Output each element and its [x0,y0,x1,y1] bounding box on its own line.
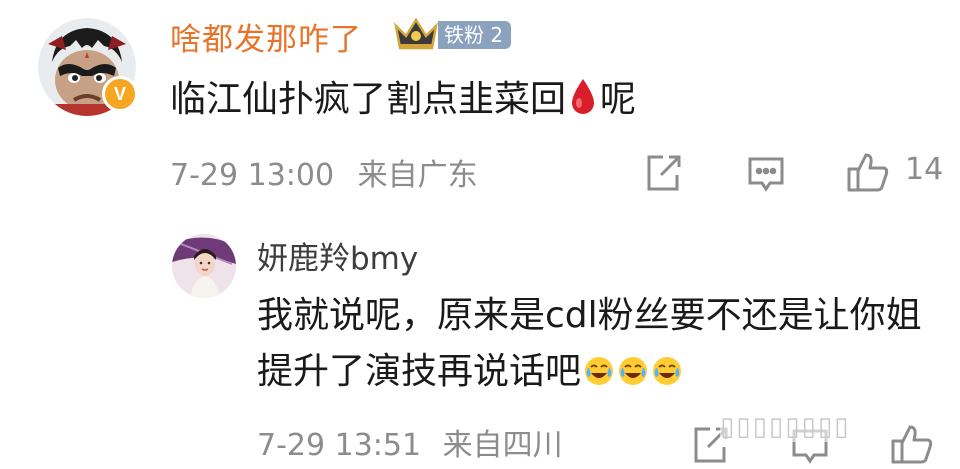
crown-icon [392,16,440,52]
avatar-main[interactable]: V [38,18,138,116]
timestamp: 7-29 13:00 [170,158,335,193]
blood-drop-icon [570,77,596,115]
verified-badge: V [102,76,138,112]
laugh-cry-icon [617,348,649,385]
reply-text: 我就说呢，原来是cdl粉丝要不还是让你姐提升了演技再说话吧 [257,288,947,400]
repost-icon[interactable] [643,153,683,193]
laugh-cry-icon [583,348,615,385]
fan-level-badge: 铁粉 2 [438,21,512,49]
comment-icon[interactable] [746,153,786,193]
comment-text: 临江仙扑疯了割点韭菜回 呢 [170,70,636,122]
timestamp: 7-29 13:51 [257,428,422,463]
comment-text-part: 临江仙扑疯了割点韭菜回 [170,79,567,120]
comment-text-part: 呢 [600,79,637,120]
watermark: ▯▯▯▯▯▯▯▯ [720,412,851,442]
like-count: 14 [905,152,944,187]
reply-meta: 7-29 13:51 来自四川 [257,420,563,464]
location: 来自四川 [442,428,563,463]
comment-username[interactable]: 啥都发那咋了 [170,14,362,59]
like-icon[interactable] [846,151,890,193]
location: 来自广东 [357,158,478,193]
laugh-cry-icon [651,348,683,385]
comment-meta: 7-29 13:00 来自广东 [170,150,478,194]
reply-username[interactable]: 妍鹿羚bmy [257,233,418,278]
avatar-reply[interactable] [172,234,236,298]
like-icon[interactable] [890,423,934,465]
